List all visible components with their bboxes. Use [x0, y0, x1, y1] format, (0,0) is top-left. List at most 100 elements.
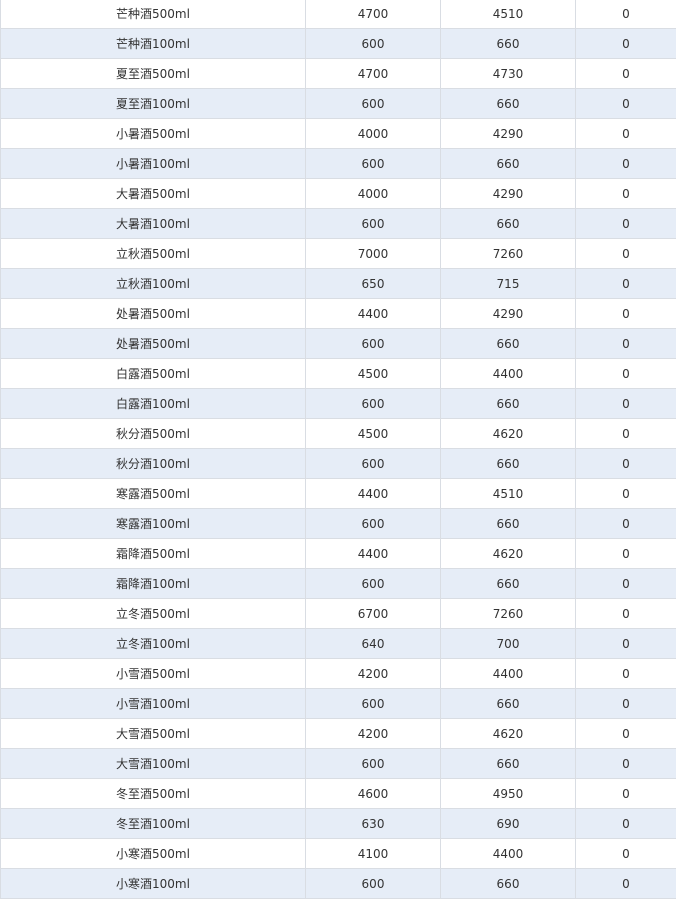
product-name-cell: 冬至酒100ml [0, 808, 306, 839]
value-cell-2: 690 [440, 808, 576, 839]
value-cell-2: 660 [440, 208, 576, 239]
value-cell-3: 0 [575, 538, 676, 569]
product-name-cell: 夏至酒100ml [0, 88, 306, 119]
product-name-cell: 小寒酒100ml [0, 868, 306, 899]
table-row: 大暑酒100ml 600 660 0 [0, 208, 676, 239]
value-cell-1: 4000 [305, 178, 441, 209]
product-name-cell: 白露酒100ml [0, 388, 306, 419]
table-row: 处暑酒500ml 4400 4290 0 [0, 298, 676, 329]
value-cell-3: 0 [575, 298, 676, 329]
product-name-cell: 霜降酒500ml [0, 538, 306, 569]
value-cell-2: 7260 [440, 238, 576, 269]
value-cell-2: 660 [440, 868, 576, 899]
value-cell-1: 600 [305, 568, 441, 599]
table-row: 小雪酒100ml 600 660 0 [0, 688, 676, 719]
product-name-cell: 立秋酒500ml [0, 238, 306, 269]
value-cell-1: 600 [305, 28, 441, 59]
value-cell-2: 4400 [440, 358, 576, 389]
value-cell-3: 0 [575, 118, 676, 149]
value-cell-3: 0 [575, 628, 676, 659]
value-cell-3: 0 [575, 448, 676, 479]
value-cell-3: 0 [575, 58, 676, 89]
product-name-cell: 立秋酒100ml [0, 268, 306, 299]
value-cell-2: 4730 [440, 58, 576, 89]
table-row: 小暑酒500ml 4000 4290 0 [0, 118, 676, 149]
value-cell-3: 0 [575, 568, 676, 599]
product-name-cell: 立冬酒100ml [0, 628, 306, 659]
value-cell-2: 660 [440, 28, 576, 59]
product-name-cell: 大暑酒100ml [0, 208, 306, 239]
value-cell-1: 4600 [305, 778, 441, 809]
table-row: 立秋酒500ml 7000 7260 0 [0, 238, 676, 269]
value-cell-3: 0 [575, 658, 676, 689]
value-cell-3: 0 [575, 868, 676, 899]
product-name-cell: 霜降酒100ml [0, 568, 306, 599]
value-cell-1: 4500 [305, 418, 441, 449]
table-row: 芒种酒500ml 4700 4510 0 [0, 0, 676, 29]
value-cell-2: 4290 [440, 298, 576, 329]
value-cell-3: 0 [575, 148, 676, 179]
value-cell-3: 0 [575, 388, 676, 419]
product-name-cell: 处暑酒500ml [0, 328, 306, 359]
table-body: 芒种酒500ml 4700 4510 0 芒种酒100ml 600 660 0 夏至酒500ml… [0, 0, 676, 899]
table-row: 大暑酒500ml 4000 4290 0 [0, 178, 676, 209]
value-cell-3: 0 [575, 718, 676, 749]
value-cell-2: 660 [440, 388, 576, 419]
product-name-cell: 寒露酒500ml [0, 478, 306, 509]
table-row: 夏至酒100ml 600 660 0 [0, 88, 676, 119]
product-name-cell: 芒种酒100ml [0, 28, 306, 59]
value-cell-2: 4510 [440, 0, 576, 29]
product-name-cell: 秋分酒500ml [0, 418, 306, 449]
value-cell-2: 660 [440, 448, 576, 479]
value-cell-3: 0 [575, 358, 676, 389]
value-cell-3: 0 [575, 268, 676, 299]
product-name-cell: 小雪酒500ml [0, 658, 306, 689]
table-row: 芒种酒100ml 600 660 0 [0, 28, 676, 59]
table-row: 立冬酒100ml 640 700 0 [0, 628, 676, 659]
table-row: 立秋酒100ml 650 715 0 [0, 268, 676, 299]
value-cell-1: 7000 [305, 238, 441, 269]
value-cell-1: 600 [305, 388, 441, 419]
value-cell-3: 0 [575, 478, 676, 509]
value-cell-1: 600 [305, 328, 441, 359]
value-cell-2: 4400 [440, 838, 576, 869]
value-cell-2: 660 [440, 688, 576, 719]
product-name-cell: 小寒酒500ml [0, 838, 306, 869]
value-cell-2: 4510 [440, 478, 576, 509]
value-cell-1: 600 [305, 148, 441, 179]
table-row: 冬至酒100ml 630 690 0 [0, 808, 676, 839]
table-row: 寒露酒500ml 4400 4510 0 [0, 478, 676, 509]
value-cell-2: 7260 [440, 598, 576, 629]
product-name-cell: 大雪酒100ml [0, 748, 306, 779]
table-row: 立冬酒500ml 6700 7260 0 [0, 598, 676, 629]
value-cell-3: 0 [575, 28, 676, 59]
value-cell-1: 600 [305, 88, 441, 119]
product-price-table: 芒种酒500ml 4700 4510 0 芒种酒100ml 600 660 0 夏至酒500ml… [0, 0, 676, 899]
value-cell-2: 700 [440, 628, 576, 659]
value-cell-1: 4400 [305, 538, 441, 569]
value-cell-1: 4100 [305, 838, 441, 869]
product-name-cell: 白露酒500ml [0, 358, 306, 389]
value-cell-1: 6700 [305, 598, 441, 629]
value-cell-2: 660 [440, 568, 576, 599]
table-row: 夏至酒500ml 4700 4730 0 [0, 58, 676, 89]
value-cell-2: 4400 [440, 658, 576, 689]
product-name-cell: 大暑酒500ml [0, 178, 306, 209]
table-row: 大雪酒500ml 4200 4620 0 [0, 718, 676, 749]
value-cell-3: 0 [575, 808, 676, 839]
value-cell-2: 660 [440, 88, 576, 119]
value-cell-3: 0 [575, 598, 676, 629]
table-row: 霜降酒500ml 4400 4620 0 [0, 538, 676, 569]
product-name-cell: 芒种酒500ml [0, 0, 306, 29]
value-cell-1: 4700 [305, 0, 441, 29]
table-row: 大雪酒100ml 600 660 0 [0, 748, 676, 779]
value-cell-2: 4950 [440, 778, 576, 809]
table-row: 秋分酒100ml 600 660 0 [0, 448, 676, 479]
value-cell-3: 0 [575, 328, 676, 359]
value-cell-3: 0 [575, 208, 676, 239]
table-row: 霜降酒100ml 600 660 0 [0, 568, 676, 599]
value-cell-1: 4200 [305, 658, 441, 689]
value-cell-3: 0 [575, 838, 676, 869]
table-row: 小寒酒100ml 600 660 0 [0, 868, 676, 899]
value-cell-2: 660 [440, 508, 576, 539]
